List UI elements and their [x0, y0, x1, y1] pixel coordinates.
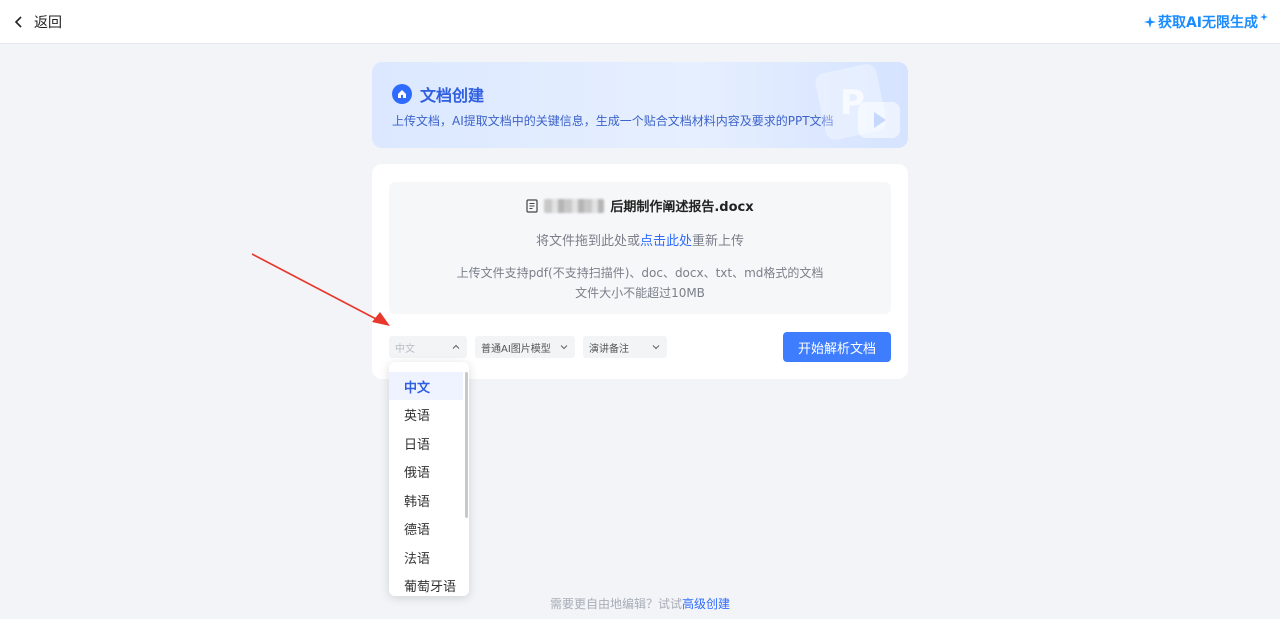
- language-option[interactable]: 英语: [389, 400, 463, 428]
- top-bar: 返回 获取AI无限生成: [0, 0, 1280, 44]
- model-value: 普通AI图片模型: [481, 343, 551, 355]
- banner-title: 文档创建: [420, 86, 485, 105]
- footer-prefix: 需要更自由地编辑？试试: [549, 597, 682, 611]
- image-model-select[interactable]: 普通AI图片模型: [475, 336, 575, 358]
- language-dropdown: 中文 英语 日语 俄语 韩语 德语 法语 葡萄牙语: [389, 362, 469, 596]
- blurred-filename-prefix: [544, 198, 605, 213]
- notes-value: 演讲备注: [589, 343, 629, 355]
- language-value: 中文: [395, 343, 415, 355]
- advanced-create-hint: 需要更自由地编辑？试试高级创建: [0, 595, 1280, 612]
- language-option[interactable]: 德语: [389, 514, 463, 542]
- language-option[interactable]: 俄语: [389, 457, 463, 485]
- language-option[interactable]: 韩语: [389, 486, 463, 514]
- upload-card: 后期制作阐述报告.docx 将文件拖到此处或点击此处重新上传 上传文件支持pdf…: [372, 164, 908, 379]
- doc-create-banner: 文档创建 上传文档，AI提取文档中的关键信息，生成一个贴合文档材料内容及要求的P…: [372, 62, 908, 148]
- document-icon: [526, 198, 538, 213]
- start-parse-button[interactable]: 开始解析文档: [783, 332, 891, 362]
- chevron-up-icon: [452, 344, 460, 349]
- get-ai-unlimited-link[interactable]: 获取AI无限生成: [1143, 12, 1268, 32]
- chevron-down-icon: [560, 345, 568, 350]
- red-pointer-arrow: [251, 253, 390, 326]
- banner-title-row: 文档创建: [392, 82, 484, 106]
- format-hint: 上传文件支持pdf(不支持扫描件)、doc、docx、txt、md格式的文档: [456, 266, 824, 280]
- advanced-create-link[interactable]: 高级创建: [682, 597, 730, 611]
- uploaded-file: 后期制作阐述报告.docx: [389, 196, 891, 215]
- ppt-decoration-icon: P: [815, 64, 900, 140]
- size-hint: 文件大小不能超过10MB: [575, 286, 705, 300]
- click-here-link[interactable]: 点击此处: [640, 234, 692, 249]
- file-name: 后期制作阐述报告.docx: [610, 200, 754, 215]
- chevron-down-icon: [652, 345, 660, 350]
- back-button[interactable]: 返回: [12, 12, 62, 32]
- back-label: 返回: [34, 14, 62, 31]
- dropdown-scrollbar[interactable]: [465, 372, 468, 518]
- language-option[interactable]: 中文: [389, 372, 463, 400]
- language-option[interactable]: 法语: [389, 543, 463, 571]
- language-select[interactable]: 中文: [389, 336, 467, 358]
- sparkle-small-icon: [1260, 12, 1268, 21]
- reupload-suffix: 重新上传: [692, 234, 745, 249]
- reupload-hint: 将文件拖到此处或点击此处重新上传: [389, 230, 891, 249]
- reupload-prefix: 将文件拖到此处或: [535, 234, 640, 249]
- speaker-notes-select[interactable]: 演讲备注: [583, 336, 667, 358]
- language-option[interactable]: 日语: [389, 429, 463, 457]
- chevron-left-icon: [14, 15, 22, 28]
- file-dropzone[interactable]: 后期制作阐述报告.docx 将文件拖到此处或点击此处重新上传 上传文件支持pdf…: [389, 182, 891, 314]
- promo-label: 获取AI无限生成: [1157, 14, 1258, 31]
- language-option[interactable]: 葡萄牙语: [389, 571, 463, 596]
- sparkle-icon: [1143, 15, 1156, 28]
- home-doc-icon: [392, 84, 412, 104]
- banner-description: 上传文档，AI提取文档中的关键信息，生成一个贴合文档材料内容及要求的PPT文档: [392, 114, 834, 128]
